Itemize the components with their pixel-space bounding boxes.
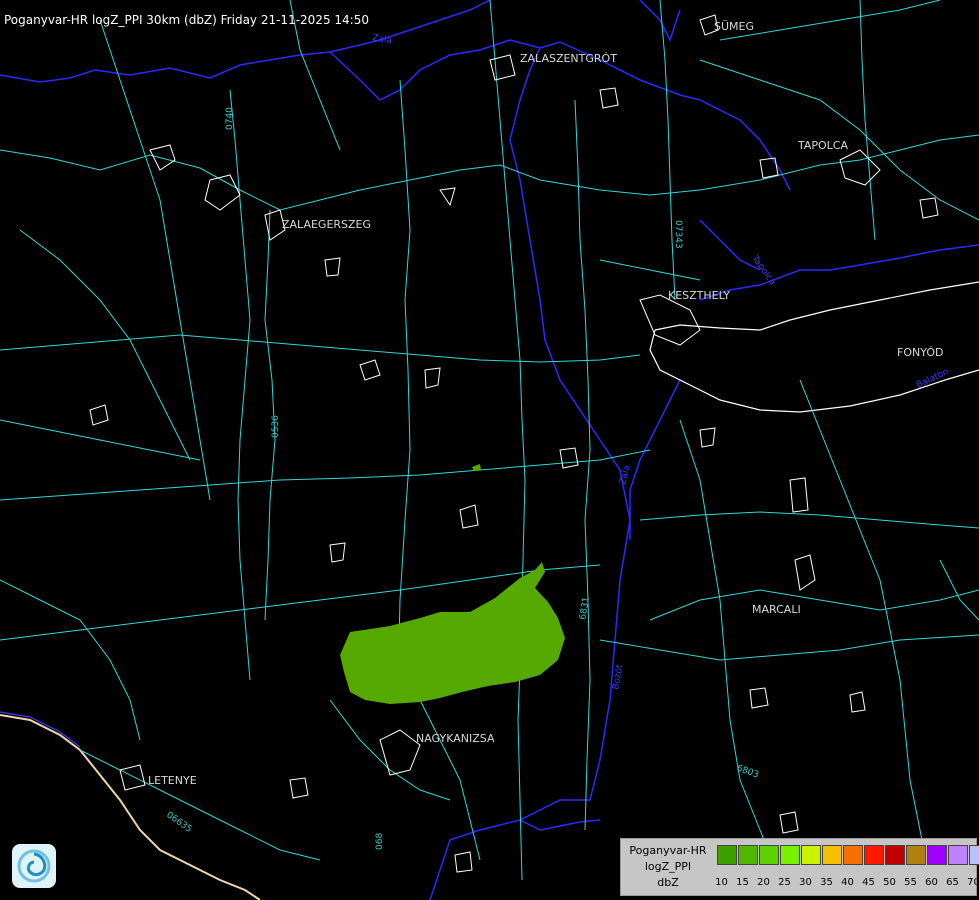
radar-map: SÜMEG ZALASZENTGRÓT TAPOLCA ZALAEGERSZEG…: [0, 0, 979, 900]
legend-tick: 20: [757, 877, 770, 888]
legend-tick: 45: [862, 877, 875, 888]
legend-tick: 40: [841, 877, 854, 888]
legend-swatch: [780, 845, 800, 865]
city-label-letenye: LETENYE: [148, 774, 197, 787]
road-label-07343: 07343: [673, 220, 683, 249]
legend-swatch: [759, 845, 779, 865]
legend-tick: 65: [946, 877, 959, 888]
legend-line-3: dbZ: [657, 876, 679, 889]
map-title: Poganyvar-HR logZ_PPI 30km (dbZ) Friday …: [4, 13, 369, 27]
legend-swatch: [969, 845, 979, 865]
city-label-sumeg: SÜMEG: [714, 20, 754, 33]
legend-tick: 15: [736, 877, 749, 888]
city-label-keszthely: KESZTHELY: [668, 289, 730, 302]
city-label-fonyod: FONYÓD: [897, 346, 943, 359]
legend-tick: 55: [904, 877, 917, 888]
legend-line-2: logZ_PPI: [644, 860, 692, 873]
road-label-0740: 0740: [225, 107, 235, 130]
legend-tick: 10: [715, 877, 728, 888]
legend-swatch: [927, 845, 947, 865]
city-label-zalaegerszeg: ZALAEGERSZEG: [282, 218, 371, 231]
legend-swatch: [864, 845, 884, 865]
legend-tick: 35: [820, 877, 833, 888]
legend-tick: 25: [778, 877, 791, 888]
legend: Poganyvar-HR logZ_PPI dbZ 10 15 20 25 30 35 40…: [620, 838, 979, 896]
legend-tick-labels: 10 15 20 25 30 35 40 45 50 55 60 65 70: [711, 877, 979, 888]
legend-swatch: [948, 845, 968, 865]
road-label-0536: 0536: [271, 415, 281, 438]
legend-swatch: [801, 845, 821, 865]
legend-tick: 30: [799, 877, 812, 888]
logo: [12, 844, 56, 888]
legend-line-1: Poganyvar-HR: [629, 844, 707, 857]
city-label-marcali: MARCALI: [752, 603, 801, 616]
legend-tick: 60: [925, 877, 938, 888]
legend-swatch: [906, 845, 926, 865]
legend-name: Poganyvar-HR logZ_PPI dbZ: [624, 843, 712, 891]
legend-swatch: [885, 845, 905, 865]
legend-swatch: [822, 845, 842, 865]
legend-tick: 50: [883, 877, 896, 888]
legend-tick: 70: [967, 877, 979, 888]
legend-swatch: [738, 845, 758, 865]
city-label-zalaszentgrot: ZALASZENTGRÓT: [520, 52, 617, 65]
swirl-logo-icon: [17, 849, 51, 883]
legend-swatch: [843, 845, 863, 865]
city-label-nagykanizsa: NAGYKANIZSA: [416, 732, 495, 745]
road-label-068: 068: [375, 833, 385, 850]
legend-color-scale: [717, 845, 979, 865]
legend-swatch: [717, 845, 737, 865]
city-label-tapolca: TAPOLCA: [797, 139, 848, 152]
